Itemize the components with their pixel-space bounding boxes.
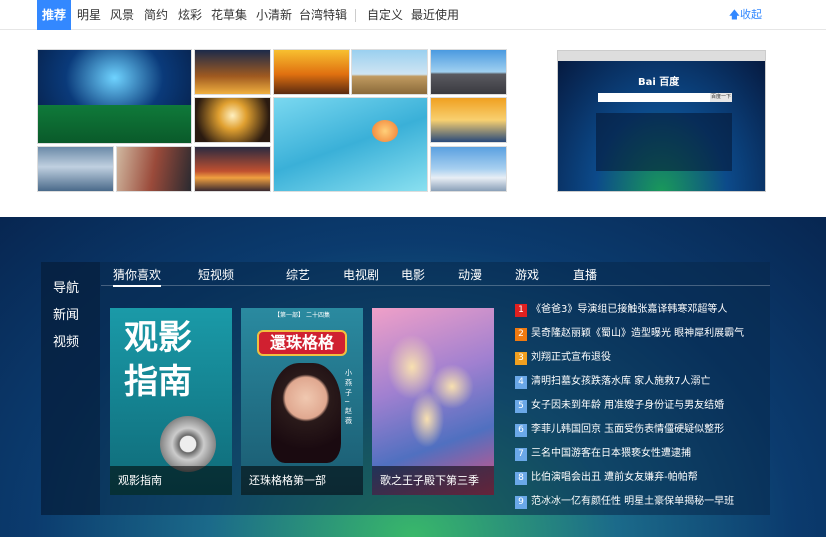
tab-variety[interactable]: 综艺 <box>286 266 310 283</box>
video-card-title: 歌之王子殿下第三季 <box>372 466 494 495</box>
skin-thumb-water-flower[interactable] <box>273 97 428 192</box>
rank-badge: 7 <box>515 448 527 461</box>
preview-content-panel <box>596 113 732 171</box>
poster-side-text: 小燕子─赵薇 <box>345 369 352 425</box>
side-nav-news[interactable]: 新闻 <box>53 304 79 323</box>
news-item[interactable]: 5 女子因未到年龄 用准嫂子身份证与男友结婚 <box>515 398 724 414</box>
news-item[interactable]: 8 比伯演唱会出丑 遭前女友嫌弃-帕帕帮 <box>515 470 698 486</box>
rank-badge: 8 <box>515 472 527 485</box>
skin-thumb-ocean-wave[interactable] <box>37 146 114 192</box>
tab-colorful[interactable]: 炫彩 <box>178 0 202 30</box>
news-item[interactable]: 4 清明扫墓女孩跌落水库 家人施救7人溺亡 <box>515 374 711 390</box>
rank-badge: 2 <box>515 328 527 341</box>
poster-characters <box>382 328 482 458</box>
skin-preview: Bai 百度 百度一下 <box>557 50 766 192</box>
video-card-huanzhu[interactable]: 【第一部】 二十四集 還珠格格 小燕子─赵薇 还珠格格第一部 <box>241 308 363 495</box>
side-nav-navigation[interactable]: 导航 <box>53 277 79 296</box>
tab-anime[interactable]: 动漫 <box>458 266 482 283</box>
video-card-title: 观影指南 <box>110 466 232 495</box>
collapse-label: 收起 <box>740 8 762 21</box>
rank-badge: 1 <box>515 304 527 317</box>
news-item[interactable]: 2 吴奇隆赵丽颖《蜀山》造型曝光 眼神犀利展霸气 <box>515 326 744 342</box>
rank-badge: 9 <box>515 496 527 509</box>
news-text: 三名中国游客在日本猥亵女性遭逮捕 <box>531 448 691 459</box>
tab-short-video[interactable]: 短视频 <box>198 266 234 283</box>
news-item[interactable]: 9 范冰冰一亿有颜任性 明星土豪保单揭秘一早班 <box>515 494 734 510</box>
video-card-title: 还珠格格第一部 <box>241 466 363 495</box>
tab-live[interactable]: 直播 <box>573 266 597 283</box>
tab-flowers[interactable]: 花草集 <box>211 0 247 30</box>
tab-recommended[interactable]: 推荐 <box>37 0 72 30</box>
collapse-button[interactable]: 🡅收起 <box>729 0 762 30</box>
news-text: 吴奇隆赵丽颖《蜀山》造型曝光 眼神犀利展霸气 <box>531 328 745 339</box>
content-panel: 导航 新闻 视频 猜你喜欢 短视频 综艺 电视剧 电影 动漫 游戏 直播 观影指… <box>41 262 770 515</box>
poster-subtitle: 【第一部】 二十四集 <box>274 312 330 319</box>
tab-custom[interactable]: 自定义 <box>367 0 403 30</box>
tab-taiwan[interactable]: 台湾特辑 <box>299 0 347 30</box>
news-text: 李菲儿韩国回京 玉面受伤表情僵硬疑似整形 <box>531 424 725 435</box>
tab-fresh[interactable]: 小清新 <box>256 0 292 30</box>
tab-movie[interactable]: 电影 <box>401 266 425 283</box>
video-card-guide[interactable]: 观影指南 观影指南 <box>110 308 232 495</box>
skin-thumb-sea-sunset[interactable] <box>430 97 507 143</box>
video-category-tabs: 猜你喜欢 短视频 综艺 电视剧 电影 动漫 游戏 直播 <box>101 262 770 287</box>
tab-divider <box>355 9 356 22</box>
tab-celebrity[interactable]: 明星 <box>77 0 101 30</box>
theme-preview-area: 导航 新闻 视频 猜你喜欢 短视频 综艺 电视剧 电影 动漫 游戏 直播 观影指… <box>0 217 826 537</box>
arrow-up-icon: 🡅 <box>728 8 740 21</box>
poster-logo: 還珠格格 <box>257 330 347 356</box>
news-text: 范冰冰一亿有颜任性 明星土豪保单揭秘一早班 <box>531 496 735 507</box>
tab-scenery[interactable]: 风景 <box>110 0 134 30</box>
news-text: 女子因未到年龄 用准嫂子身份证与男友结婚 <box>531 400 725 411</box>
skin-thumb-train[interactable] <box>116 146 192 192</box>
skin-thumb-dusk-hills[interactable] <box>194 146 271 192</box>
stadium-grass <box>38 105 191 143</box>
preview-search-button: 百度一下 <box>710 93 732 102</box>
rank-badge: 6 <box>515 424 527 437</box>
news-text: 刘翔正式宣布退役 <box>531 352 611 363</box>
poster-title: 观影指南 <box>124 318 192 402</box>
preview-window-bar <box>558 51 765 66</box>
rank-badge: 4 <box>515 376 527 389</box>
skin-thumb-desert-tree[interactable] <box>351 49 428 95</box>
skin-thumb-pagoda-sunset[interactable] <box>273 49 350 95</box>
video-card-utapri[interactable]: 歌之王子殿下第三季 <box>372 308 494 495</box>
news-item[interactable]: 6 李菲儿韩国回京 玉面受伤表情僵硬疑似整形 <box>515 422 724 438</box>
skin-thumb-concert[interactable] <box>194 97 271 143</box>
preview-search-box <box>598 93 710 102</box>
rank-badge: 5 <box>515 400 527 413</box>
rank-badge: 3 <box>515 352 527 365</box>
skin-thumb-cloud-sea[interactable] <box>430 146 507 192</box>
news-text: 清明扫墓女孩跌落水库 家人施救7人溺亡 <box>531 376 711 387</box>
side-nav: 导航 新闻 视频 <box>41 262 100 515</box>
flower-icon <box>372 120 398 142</box>
skin-category-bar: 推荐 明星 风景 简约 炫彩 花草集 小清新 台湾特辑 自定义 最近使用 🡅收起 <box>0 0 826 30</box>
poster-character <box>271 363 341 463</box>
tab-tv-series[interactable]: 电视剧 <box>343 266 379 283</box>
film-reel-icon <box>160 416 216 472</box>
news-item[interactable]: 1 《爸爸3》导演组已接触张嘉译韩寒邓超等人 <box>515 302 727 318</box>
tab-simple[interactable]: 简约 <box>144 0 168 30</box>
preview-baidu-logo: Bai 百度 <box>638 77 680 88</box>
news-item[interactable]: 3 刘翔正式宣布退役 <box>515 350 611 366</box>
news-item[interactable]: 7 三名中国游客在日本猥亵女性遭逮捕 <box>515 446 691 462</box>
skin-thumb-highway[interactable] <box>430 49 507 95</box>
tab-game[interactable]: 游戏 <box>515 266 539 283</box>
skin-thumb-city-night[interactable] <box>194 49 271 95</box>
tab-guess-you-like[interactable]: 猜你喜欢 <box>113 266 162 287</box>
news-text: 《爸爸3》导演组已接触张嘉译韩寒邓超等人 <box>531 304 728 315</box>
skin-thumb-world-cup[interactable] <box>37 49 192 144</box>
tab-recent[interactable]: 最近使用 <box>411 0 459 30</box>
side-nav-video[interactable]: 视频 <box>53 331 79 350</box>
news-text: 比伯演唱会出丑 遭前女友嫌弃-帕帕帮 <box>531 472 698 483</box>
